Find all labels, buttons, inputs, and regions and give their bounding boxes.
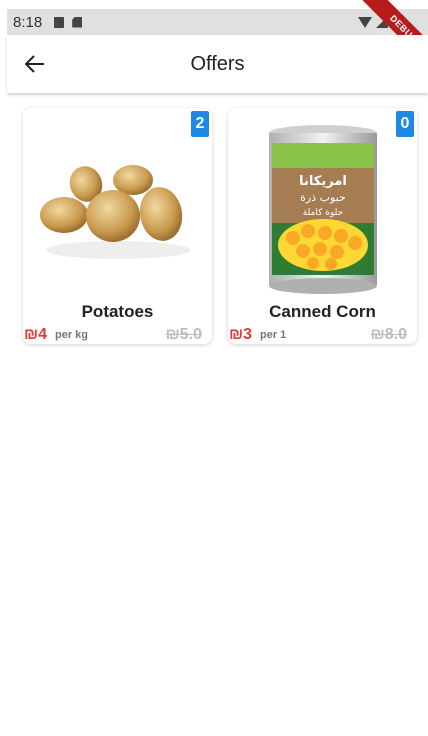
status-bar: 8:18 (7, 9, 428, 35)
back-button[interactable] (21, 50, 49, 78)
offer-price: ₪3 (229, 326, 253, 343)
offer-count-badge: 0 (396, 111, 414, 137)
can-brand-label: امريكانا (299, 174, 347, 189)
screen: 8:18 DEBUG Offers 2 Potatoes ₪4 per kg ₪… (0, 0, 428, 736)
old-price: ₪5.0 (165, 326, 202, 343)
price-unit: per 1 (260, 329, 287, 341)
canned-corn-image: امريكانا حبوب ذرة حلوة كاملة (268, 124, 377, 294)
can-product-label: حبوب ذرة (300, 191, 346, 204)
sd-card-icon (72, 16, 83, 28)
offer-price: ₪4 (24, 326, 48, 343)
product-name: Potatoes (81, 302, 154, 321)
product-card[interactable]: 2 Potatoes ₪4 per kg ₪5.0 (23, 108, 212, 344)
price-row: ₪4 per kg ₪5.0 (23, 326, 212, 344)
potatoes-image (39, 165, 190, 259)
page-title: Offers (190, 52, 245, 75)
product-name: Canned Corn (269, 302, 376, 321)
status-time: 8:18 (13, 13, 43, 31)
old-price: ₪8.0 (370, 326, 407, 343)
price-unit: per kg (55, 329, 89, 341)
arrow-back-icon (25, 55, 44, 73)
offer-count-badge: 2 (191, 111, 209, 137)
can-product-sublabel: حلوة كاملة (302, 208, 342, 218)
product-image (23, 120, 212, 300)
app-bar: Offers (7, 35, 428, 93)
price-row: ₪3 per 1 ₪8.0 (228, 326, 417, 344)
notification-icon (54, 16, 65, 28)
product-card[interactable]: امريكانا حبوب ذرة حلوة كاملة 0 Canned Co… (228, 108, 417, 344)
wifi-icon (358, 16, 372, 28)
product-image: امريكانا حبوب ذرة حلوة كاملة (228, 120, 417, 300)
